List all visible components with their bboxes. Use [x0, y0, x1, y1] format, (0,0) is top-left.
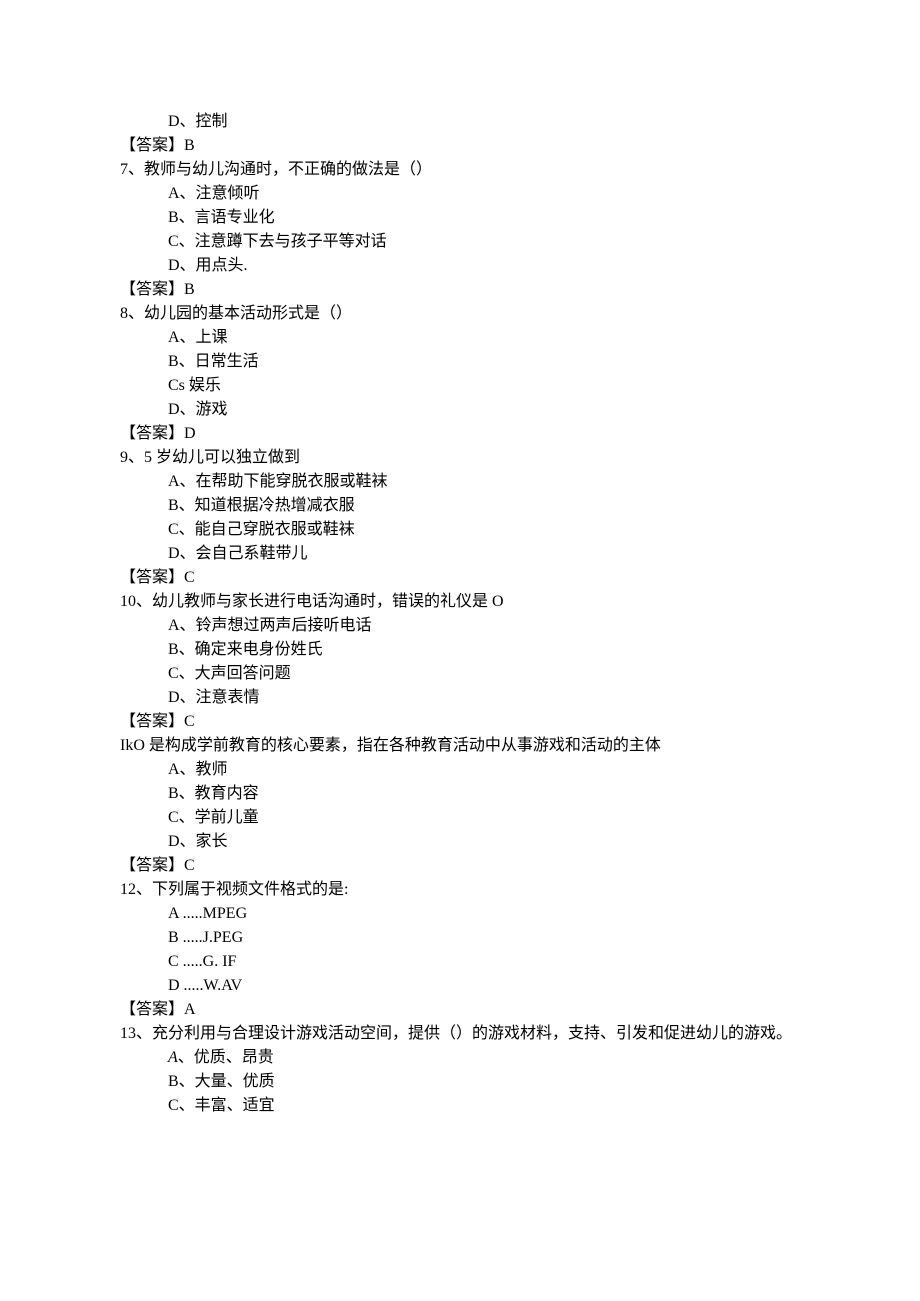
text-segment: 、优质、昂贵 — [178, 1049, 274, 1066]
text-line: C、注意蹲下去与孩子平等对话 — [120, 230, 800, 254]
text-line: C、大声回答问题 — [120, 662, 800, 686]
text-line: 【答案】C — [120, 854, 800, 878]
text-line: B、知道根据冷热增减衣服 — [120, 494, 800, 518]
text-line: B、日常生活 — [120, 350, 800, 374]
text-line: 10、幼儿教师与家长进行电话沟通时，错误的礼仪是 O — [120, 590, 800, 614]
text-line: B、确定来电身份姓氏 — [120, 638, 800, 662]
text-line: B、大量、优质 — [120, 1070, 800, 1094]
document-page: D、控制【答案】B7、教师与幼儿沟通时，不正确的做法是（）A、注意倾听B、言语专… — [0, 0, 920, 1301]
text-line: 【答案】B — [120, 134, 800, 158]
text-line: D、游戏 — [120, 398, 800, 422]
text-line: 【答案】A — [120, 998, 800, 1022]
text-line: C .....G. IF — [120, 950, 800, 974]
text-line: 【答案】C — [120, 710, 800, 734]
text-line: IkO 是构成学前教育的核心要素，指在各种教育活动中从事游戏和活动的主体 — [120, 734, 800, 758]
text-line: A、注意倾听 — [120, 182, 800, 206]
text-line: 【答案】C — [120, 566, 800, 590]
text-line: C、学前儿童 — [120, 806, 800, 830]
text-line: D、家长 — [120, 830, 800, 854]
text-line: D、用点头. — [120, 254, 800, 278]
text-line: A .....MPEG — [120, 902, 800, 926]
text-line: D、注意表情 — [120, 686, 800, 710]
text-line: B .....J.PEG — [120, 926, 800, 950]
text-line: 9、5 岁幼儿可以独立做到 — [120, 446, 800, 470]
text-line: D .....W.AV — [120, 974, 800, 998]
text-line: A、在帮助下能穿脱衣服或鞋袜 — [120, 470, 800, 494]
text-line: C、能自己穿脱衣服或鞋袜 — [120, 518, 800, 542]
text-line: A、上课 — [120, 326, 800, 350]
text-line: 【答案】D — [120, 422, 800, 446]
italic-prefix: A — [168, 1049, 178, 1066]
text-line: C、丰富、适宜 — [120, 1094, 800, 1118]
text-line: D、控制 — [120, 110, 800, 134]
text-line: Cs 娱乐 — [120, 374, 800, 398]
text-line: D、会自己系鞋带儿 — [120, 542, 800, 566]
text-line: A、教师 — [120, 758, 800, 782]
text-line: 12、下列属于视频文件格式的是: — [120, 878, 800, 902]
text-line: 7、教师与幼儿沟通时，不正确的做法是（） — [120, 158, 800, 182]
text-line: B、教育内容 — [120, 782, 800, 806]
text-line: 【答案】B — [120, 278, 800, 302]
text-line: A、优质、昂贵 — [120, 1046, 800, 1070]
text-line: 8、幼儿园的基本活动形式是（） — [120, 302, 800, 326]
text-line: 13、充分利用与合理设计游戏活动空间，提供（）的游戏材料，支持、引发和促进幼儿的… — [120, 1022, 800, 1046]
text-line: B、言语专业化 — [120, 206, 800, 230]
text-line: A、铃声想过两声后接听电话 — [120, 614, 800, 638]
